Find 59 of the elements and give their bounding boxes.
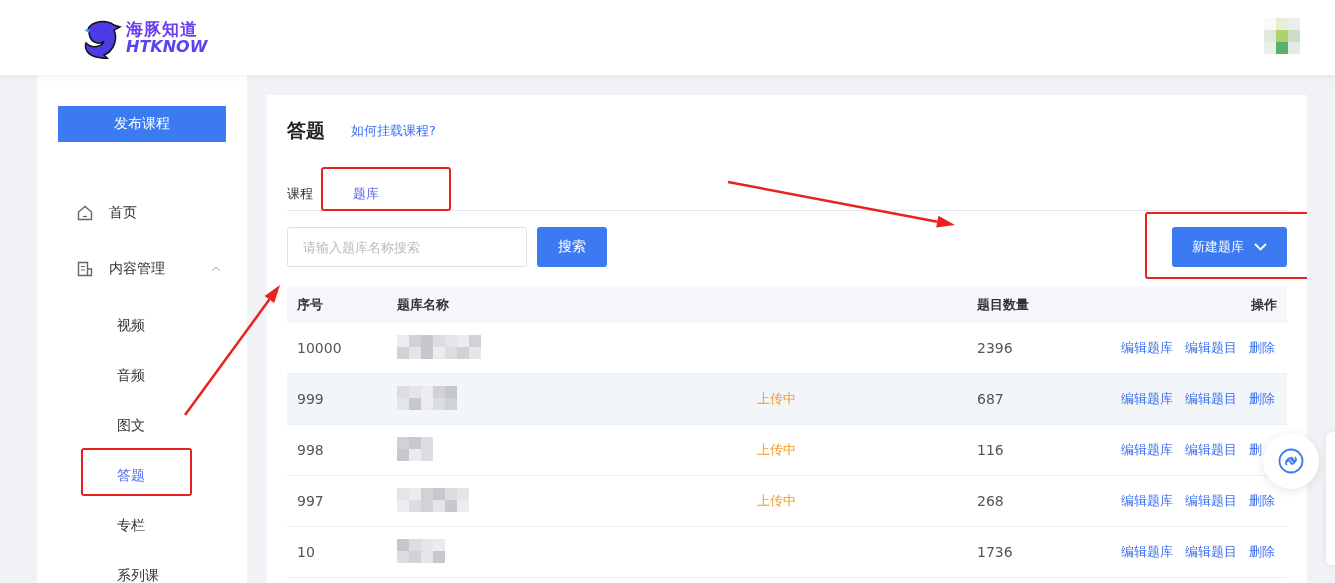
logo-subtitle: HTKNOW (126, 37, 208, 56)
pixelated-text-icon (397, 487, 469, 512)
sidebar-item[interactable]: 首页 (37, 185, 247, 241)
status-text: 上传中 (757, 391, 796, 406)
column-header: 题目数量 (967, 286, 1060, 323)
action-link[interactable]: 删除 (1249, 391, 1275, 406)
document-icon (77, 261, 93, 277)
table-cell: 997 (287, 475, 387, 527)
status-text: 上传中 (757, 493, 796, 508)
action-link[interactable]: 删除 (1249, 493, 1275, 508)
logo-title: 海豚知道 (126, 19, 199, 38)
table-cell: 268 (967, 475, 1060, 527)
sidebar-subitem[interactable]: 专栏 (37, 501, 247, 551)
table-cell: 1736 (967, 526, 1060, 578)
sidebar-subitem[interactable]: 系列课 (37, 551, 247, 583)
tab[interactable]: 题库 (353, 177, 379, 210)
table-cell: 10 (287, 526, 387, 578)
action-link[interactable]: 编辑题目 (1185, 544, 1237, 559)
action-link[interactable]: 删除 (1249, 340, 1275, 355)
table-cell: 998 (287, 424, 387, 476)
link-icon (1278, 448, 1304, 474)
table-cell: 999 (287, 373, 387, 425)
column-header: 题库名称 (387, 286, 747, 323)
sidebar-subitem[interactable]: 音频 (37, 351, 247, 401)
help-link[interactable]: 如何挂载课程? (351, 122, 436, 140)
page-title: 答题 (287, 118, 325, 143)
chevron-down-icon (1254, 243, 1267, 251)
action-link[interactable]: 删 (1249, 442, 1262, 457)
pixelated-text-icon (397, 334, 481, 359)
sidebar-item[interactable]: 内容管理 (37, 241, 247, 297)
action-link[interactable]: 编辑题库 (1121, 391, 1173, 406)
action-link[interactable]: 编辑题库 (1121, 340, 1173, 355)
tab[interactable]: 课程 (287, 177, 313, 210)
table-cell: 2396 (967, 323, 1060, 374)
pixelated-text-icon (397, 538, 445, 563)
action-link[interactable]: 编辑题库 (1121, 442, 1173, 457)
action-link[interactable]: 编辑题目 (1185, 442, 1237, 457)
action-link[interactable]: 编辑题目 (1185, 391, 1237, 406)
home-icon (77, 205, 93, 221)
action-link[interactable]: 编辑题库 (1121, 544, 1173, 559)
action-link[interactable]: 编辑题库 (1121, 493, 1173, 508)
search-button[interactable]: 搜索 (537, 227, 607, 267)
sidebar-subitem[interactable]: 图文 (37, 401, 247, 451)
table-cell: 687 (967, 373, 1060, 425)
table-cell: 116 (967, 424, 1060, 476)
sidebar-subitem[interactable]: 视频 (37, 301, 247, 351)
sidebar-subitem[interactable]: 答题 (37, 451, 247, 501)
table-cell: 10000 (287, 323, 387, 374)
status-text: 上传中 (757, 442, 796, 457)
action-link[interactable]: 编辑题目 (1185, 493, 1237, 508)
column-header: 序号 (287, 286, 387, 323)
column-header: 操作 (1059, 286, 1287, 323)
pixelated-text-icon (397, 436, 433, 461)
action-link[interactable]: 删除 (1249, 544, 1275, 559)
pixelated-text-icon (397, 385, 457, 410)
new-question-bank-button[interactable]: 新建题库 (1172, 227, 1287, 267)
search-field[interactable]: 请输入题库名称搜索 (287, 227, 527, 267)
publish-course-button[interactable]: 发布课程 (58, 106, 226, 142)
action-link[interactable]: 编辑题目 (1185, 340, 1237, 355)
